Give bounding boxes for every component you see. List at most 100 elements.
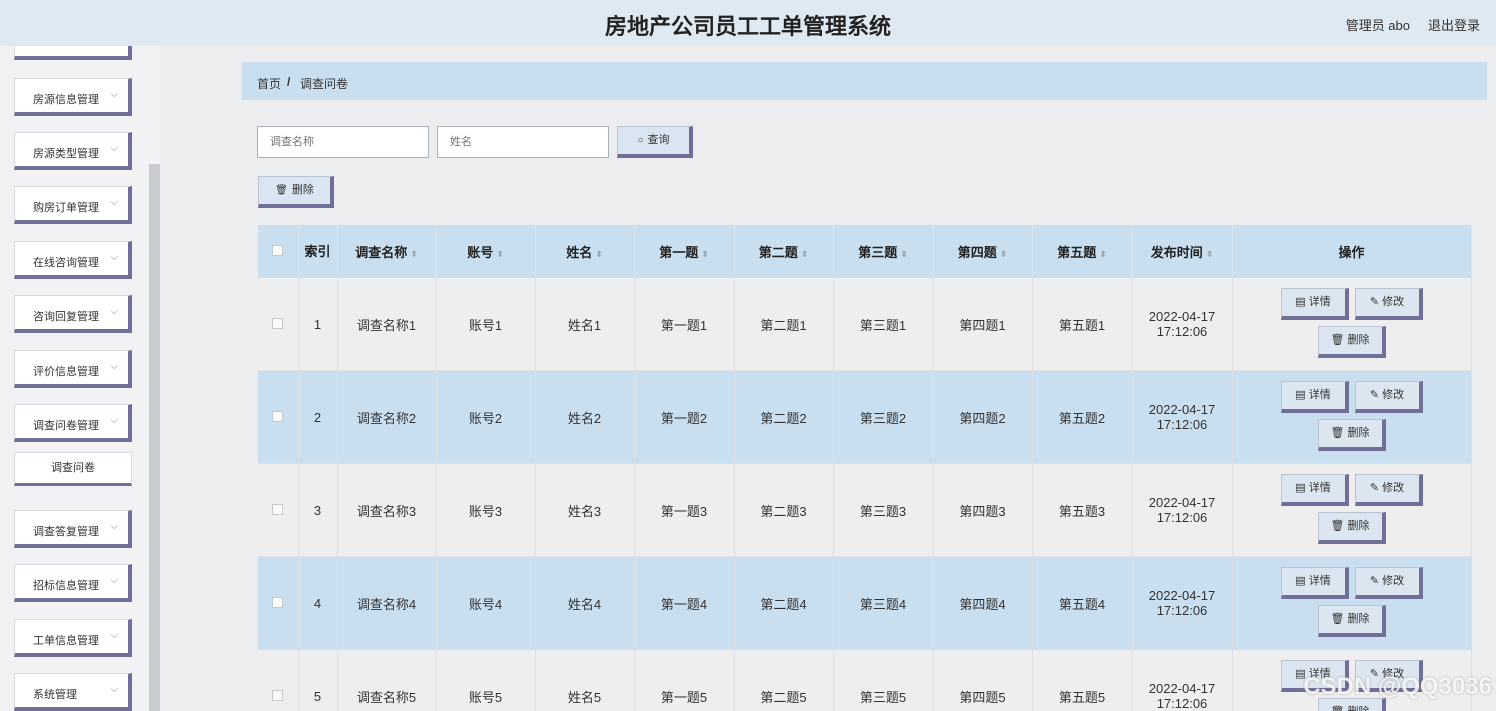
row-checkbox[interactable] <box>272 410 284 422</box>
sidebar-item-house-info[interactable]: 房源信息管理 ⌵ <box>14 78 132 116</box>
header-time[interactable]: 发布时间 ⬍ <box>1132 225 1233 278</box>
sidebar-item-orders[interactable]: 购房订单管理 ⌵ <box>14 186 132 224</box>
detail-button[interactable]: ▤ 详情 <box>1280 381 1349 413</box>
row-actions: ▤ 详情✎ 修改 🗑 删除 <box>1233 278 1471 370</box>
sidebar-item-survey-answer[interactable]: 调查答复管理 ⌵ <box>14 510 132 548</box>
table-row: 1 调查名称1 账号1 姓名1 第一题1 第二题1 第三题1 第四题1 第五题1 2022-04-… <box>258 278 1472 371</box>
sidebar-item-reply[interactable]: 咨询回复管理 ⌵ <box>14 295 132 333</box>
query-button[interactable]: ○ 查询 <box>617 126 693 158</box>
q1-cell: 第一题5 <box>634 649 735 711</box>
logout-link[interactable]: 退出登录 <box>1428 15 1480 34</box>
sidebar-item-system[interactable]: 系统管理 ⌵ <box>14 673 132 711</box>
edit-button[interactable]: ✎ 修改 <box>1354 474 1423 506</box>
sidebar-item-review[interactable]: 评价信息管理 ⌵ <box>14 350 132 388</box>
header-label: 第一题 <box>659 245 699 260</box>
batch-delete-button[interactable]: 🗑 删除 <box>258 176 334 208</box>
person-cell: 姓名2 <box>535 370 635 464</box>
person-cell: 姓名1 <box>535 278 635 371</box>
row-checkbox[interactable] <box>272 503 284 515</box>
header-account[interactable]: 账号 ⬍ <box>436 225 536 278</box>
row-delete-button[interactable]: 🗑 删除 <box>1317 512 1386 544</box>
q2-cell: 第二题3 <box>734 463 834 557</box>
ops-cell: ▤ 详情✎ 修改🗑 删除 <box>1232 370 1472 464</box>
q2-cell: 第二题5 <box>734 649 834 711</box>
detail-button[interactable]: ▤ 详情 <box>1280 288 1349 320</box>
row-select-cell[interactable] <box>258 556 299 650</box>
pencil-icon: ✎ <box>1369 389 1383 401</box>
sidebar-item-top[interactable] <box>14 46 132 60</box>
sidebar-subitem-survey[interactable]: 调查问卷 <box>14 452 132 486</box>
row-delete-button[interactable]: 🗑 删除 <box>1317 605 1386 637</box>
q3-cell: 第三题1 <box>833 278 934 371</box>
row-checkbox[interactable] <box>272 689 284 701</box>
sidebar-item-label: 房源信息管理 <box>33 94 99 106</box>
sort-icon[interactable]: ⬍ <box>1000 249 1008 259</box>
trash-icon: 🗑 <box>275 185 288 196</box>
sidebar-item-label: 招标信息管理 <box>33 580 99 592</box>
sidebar-item-workorder[interactable]: 工单信息管理 ⌵ <box>14 619 132 657</box>
row-delete-button[interactable]: 🗑 删除 <box>1317 326 1386 358</box>
chevron-down-icon: ⌵ <box>110 684 118 695</box>
header-q1[interactable]: 第一题 ⬍ <box>634 225 735 278</box>
q4-cell: 第四题1 <box>933 278 1033 371</box>
row-select-cell[interactable] <box>258 278 299 371</box>
row-select-cell[interactable] <box>258 370 299 464</box>
header-label: 发布时间 <box>1150 245 1203 260</box>
header-q5[interactable]: 第五题 ⬍ <box>1032 225 1133 278</box>
chevron-down-icon: ⌵ <box>110 415 118 426</box>
edit-label: 修改 <box>1382 389 1405 401</box>
select-all-cell[interactable] <box>258 225 299 278</box>
header-ops: 操作 <box>1232 225 1472 278</box>
trash-icon: 🗑 <box>1330 334 1348 346</box>
person-name-input[interactable] <box>437 126 609 158</box>
sort-icon[interactable]: ⬍ <box>410 249 418 259</box>
select-all-checkbox[interactable] <box>272 245 284 256</box>
detail-button[interactable]: ▤ 详情 <box>1280 474 1349 506</box>
sidebar-item-house-type[interactable]: 房源类型管理 ⌵ <box>14 132 132 170</box>
sidebar-item-label: 房源类型管理 <box>33 148 99 160</box>
header-label: 账号 <box>467 245 494 260</box>
breadcrumb: 首页 / 调查问卷 <box>242 62 1487 100</box>
sidebar-item-label: 咨询回复管理 <box>33 311 99 323</box>
sort-icon[interactable]: ⬍ <box>1206 249 1214 259</box>
header-label: 第三题 <box>858 245 898 260</box>
sort-icon[interactable]: ⬍ <box>801 249 809 259</box>
sidebar-item-survey[interactable]: 调查问卷管理 ⌵ <box>14 404 132 442</box>
row-select-cell[interactable] <box>258 649 299 711</box>
sidebar-scrollbar[interactable] <box>149 164 160 711</box>
index-cell: 5 <box>298 649 338 711</box>
document-icon: ▤ <box>1295 482 1309 494</box>
header-q2[interactable]: 第二题 ⬍ <box>734 225 834 278</box>
trash-icon: 🗑 <box>1330 427 1348 439</box>
survey-name-cell: 调查名称3 <box>337 463 437 557</box>
header-q3[interactable]: 第三题 ⬍ <box>833 225 934 278</box>
edit-button[interactable]: ✎ 修改 <box>1354 288 1423 320</box>
table-header-row: 索引 调查名称 ⬍ 账号 ⬍ 姓名 ⬍ 第一题 ⬍ 第二题 ⬍ 第三题 ⬍ 第四题 ⬍ 第五题… <box>258 225 1472 278</box>
sort-icon[interactable]: ⬍ <box>1099 249 1107 259</box>
sort-icon[interactable]: ⬍ <box>595 249 603 259</box>
sidebar-item-consult[interactable]: 在线咨询管理 ⌵ <box>14 241 132 279</box>
sidebar-item-label: 购房订单管理 <box>33 202 99 214</box>
edit-button[interactable]: ✎ 修改 <box>1354 381 1423 413</box>
breadcrumb-home[interactable]: 首页 <box>257 75 281 92</box>
row-select-cell[interactable] <box>258 463 299 557</box>
edit-button[interactable]: ✎ 修改 <box>1354 567 1423 599</box>
q2-cell: 第二题2 <box>734 370 834 464</box>
header-person[interactable]: 姓名 ⬍ <box>535 225 635 278</box>
q5-cell: 第五题5 <box>1032 649 1133 711</box>
sort-icon[interactable]: ⬍ <box>496 249 504 259</box>
sort-icon[interactable]: ⬍ <box>900 249 908 259</box>
q3-cell: 第三题3 <box>833 463 934 557</box>
detail-button[interactable]: ▤ 详情 <box>1280 567 1349 599</box>
survey-name-input[interactable] <box>257 126 429 158</box>
edit-label: 修改 <box>1382 575 1405 587</box>
header-q4[interactable]: 第四题 ⬍ <box>933 225 1033 278</box>
row-checkbox[interactable] <box>272 317 284 329</box>
sort-icon[interactable]: ⬍ <box>701 249 709 259</box>
row-delete-button[interactable]: 🗑 删除 <box>1317 419 1386 451</box>
pencil-icon: ✎ <box>1369 482 1383 494</box>
q1-cell: 第一题1 <box>634 278 735 371</box>
sidebar-item-bidding[interactable]: 招标信息管理 ⌵ <box>14 564 132 602</box>
row-checkbox[interactable] <box>272 596 284 608</box>
header-survey-name[interactable]: 调查名称 ⬍ <box>337 225 437 278</box>
